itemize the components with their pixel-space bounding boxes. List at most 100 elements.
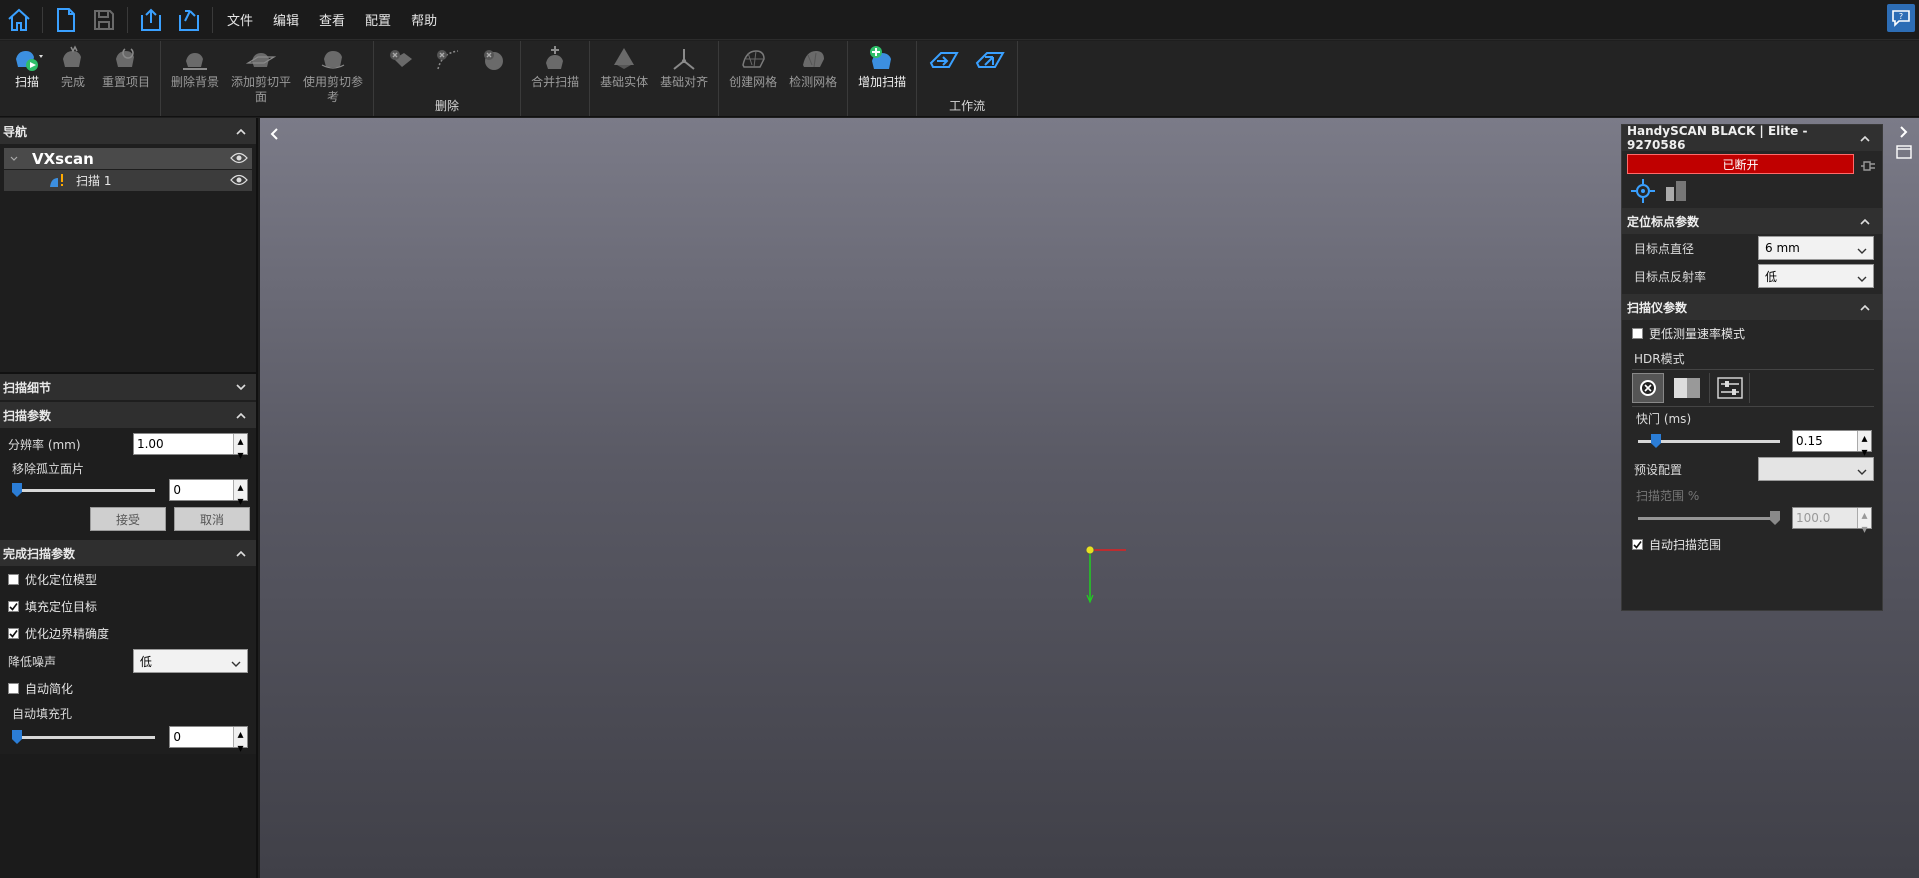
target-diameter-dropdown[interactable]: 6 mm: [1758, 236, 1874, 260]
cancel-button[interactable]: 取消: [174, 507, 250, 531]
save-icon[interactable]: [85, 1, 123, 39]
hdr-custom-button[interactable]: [1710, 373, 1750, 403]
spin-up-icon[interactable]: ▴: [1858, 431, 1871, 445]
visibility-eye-icon[interactable]: [230, 173, 248, 190]
add-clip-plane-button[interactable]: 添加剪切平 面: [225, 41, 297, 105]
auto-fill-spinner[interactable]: ▴ ▾: [233, 727, 247, 755]
remove-background-button[interactable]: 删除背景: [165, 41, 225, 90]
device-settings-icon[interactable]: [1662, 177, 1690, 205]
target-reflect-dropdown[interactable]: 低: [1758, 264, 1874, 288]
inspect-mesh-button[interactable]: 检测网格: [783, 41, 843, 90]
tree-item-vxscan[interactable]: VXscan: [4, 148, 252, 169]
new-file-icon[interactable]: [47, 1, 85, 39]
slider-thumb[interactable]: [1770, 511, 1780, 525]
checkbox-checked[interactable]: [8, 628, 19, 639]
workflow-button-1[interactable]: [921, 41, 967, 75]
target-params-header[interactable]: 定位标点参数: [1622, 208, 1882, 234]
menu-view[interactable]: 查看: [309, 10, 355, 29]
hdr-half-button[interactable]: [1664, 373, 1710, 403]
scan-range-slider[interactable]: [1638, 511, 1780, 525]
resolution-input[interactable]: 1.00 ▴ ▾: [132, 433, 248, 462]
chevron-up-icon[interactable]: [234, 546, 248, 560]
base-align-button[interactable]: 基础对齐: [654, 41, 714, 90]
menu-edit[interactable]: 编辑: [263, 10, 309, 29]
accept-button[interactable]: 接受: [90, 507, 166, 531]
visibility-eye-icon[interactable]: [230, 151, 248, 168]
spin-up-icon[interactable]: ▴: [234, 434, 247, 448]
chevron-down-icon[interactable]: [234, 380, 248, 394]
resolution-spinner[interactable]: ▴ ▾: [233, 434, 247, 462]
help-chat-icon[interactable]: ?: [1887, 4, 1915, 32]
checkbox-unchecked[interactable]: [1632, 328, 1643, 339]
use-clip-reference-button[interactable]: 使用剪切参 考: [297, 41, 369, 105]
home-icon[interactable]: [0, 1, 38, 39]
delete-selection-button[interactable]: [378, 41, 424, 75]
spin-down-icon[interactable]: ▾: [234, 741, 247, 755]
connect-plug-icon[interactable]: [1860, 160, 1876, 175]
expand-right-icon[interactable]: [1898, 126, 1916, 141]
panel-window-icon[interactable]: [1896, 145, 1916, 162]
preset-dropdown[interactable]: [1758, 457, 1874, 481]
tree-item-scan-1[interactable]: 扫描 1: [4, 170, 252, 191]
hdr-off-button[interactable]: [1632, 373, 1664, 403]
isolated-input[interactable]: 0 ▴ ▾: [169, 479, 248, 508]
scan-button[interactable]: 扫描: [4, 41, 50, 90]
spin-up-icon[interactable]: ▴: [1858, 508, 1871, 522]
export-icon[interactable]: [170, 1, 208, 39]
finish-button[interactable]: 完成: [50, 41, 96, 90]
isolated-slider[interactable]: [12, 483, 156, 497]
workflow-button-2[interactable]: [967, 41, 1013, 75]
chevron-up-icon[interactable]: [1858, 300, 1872, 314]
checkbox-checked[interactable]: [1632, 539, 1643, 550]
scan-detail-header[interactable]: 扫描细节: [0, 374, 256, 400]
merge-scans-button[interactable]: 合并扫描: [525, 41, 585, 90]
shutter-slider[interactable]: [1638, 434, 1780, 448]
shutter-input[interactable]: 0.15 ▴ ▾: [1792, 430, 1872, 459]
opt-positioning-checkbox[interactable]: 优化定位模型: [0, 566, 256, 593]
auto-simplify-checkbox[interactable]: 自动简化: [0, 675, 256, 702]
add-scan-button[interactable]: 增加扫描: [852, 41, 912, 90]
chevron-up-icon[interactable]: [1859, 131, 1872, 145]
slider-thumb[interactable]: [12, 730, 22, 744]
menu-file[interactable]: 文件: [217, 10, 263, 29]
delete-points-button[interactable]: [424, 41, 470, 75]
scan-params-header[interactable]: 扫描参数: [0, 402, 256, 428]
auto-fill-slider[interactable]: [12, 730, 156, 744]
spin-up-icon[interactable]: ▴: [234, 727, 247, 741]
chevron-down-icon[interactable]: [4, 156, 24, 162]
spin-down-icon[interactable]: ▾: [234, 494, 247, 508]
chevron-up-icon[interactable]: [1858, 214, 1872, 228]
fill-targets-checkbox[interactable]: 填充定位目标: [0, 593, 256, 620]
finish-params-header[interactable]: 完成扫描参数: [0, 540, 256, 566]
connection-status-badge[interactable]: 已断开: [1627, 154, 1854, 174]
scan-range-spinner[interactable]: ▴ ▾: [1857, 508, 1871, 536]
opt-border-checkbox[interactable]: 优化边界精确度: [0, 620, 256, 647]
scan-range-input[interactable]: 100.0 ▴ ▾: [1792, 507, 1872, 536]
isolated-spinner[interactable]: ▴ ▾: [233, 480, 247, 508]
collapse-left-icon[interactable]: [270, 128, 280, 143]
import-icon[interactable]: [132, 1, 170, 39]
auto-fill-input[interactable]: 0 ▴ ▾: [169, 726, 248, 755]
delete-targets-button[interactable]: [470, 41, 516, 75]
base-entity-button[interactable]: 基础实体: [594, 41, 654, 90]
checkbox-checked[interactable]: [8, 601, 19, 612]
menu-config[interactable]: 配置: [355, 10, 401, 29]
device-header[interactable]: HandySCAN BLACK | Elite - 9270586: [1622, 124, 1882, 152]
reset-project-button[interactable]: 重置项目: [96, 41, 156, 90]
menu-help[interactable]: 帮助: [401, 10, 447, 29]
auto-range-checkbox[interactable]: 自动扫描范围: [1622, 531, 1882, 558]
create-mesh-button[interactable]: 创建网格: [723, 41, 783, 90]
spin-down-icon[interactable]: ▾: [1858, 522, 1871, 536]
spin-up-icon[interactable]: ▴: [234, 480, 247, 494]
checkbox-unchecked[interactable]: [8, 574, 19, 585]
shutter-spinner[interactable]: ▴ ▾: [1857, 431, 1871, 459]
chevron-up-icon[interactable]: [234, 408, 248, 422]
slider-thumb[interactable]: [1651, 434, 1661, 448]
low-rate-checkbox[interactable]: 更低测量速率模式: [1622, 320, 1882, 347]
slider-thumb[interactable]: [12, 483, 22, 497]
target-mode-icon[interactable]: [1628, 177, 1658, 205]
checkbox-unchecked[interactable]: [8, 683, 19, 694]
noise-dropdown[interactable]: 低: [132, 649, 248, 673]
chevron-up-icon[interactable]: [234, 124, 248, 138]
scanner-params-header[interactable]: 扫描仪参数: [1622, 294, 1882, 320]
